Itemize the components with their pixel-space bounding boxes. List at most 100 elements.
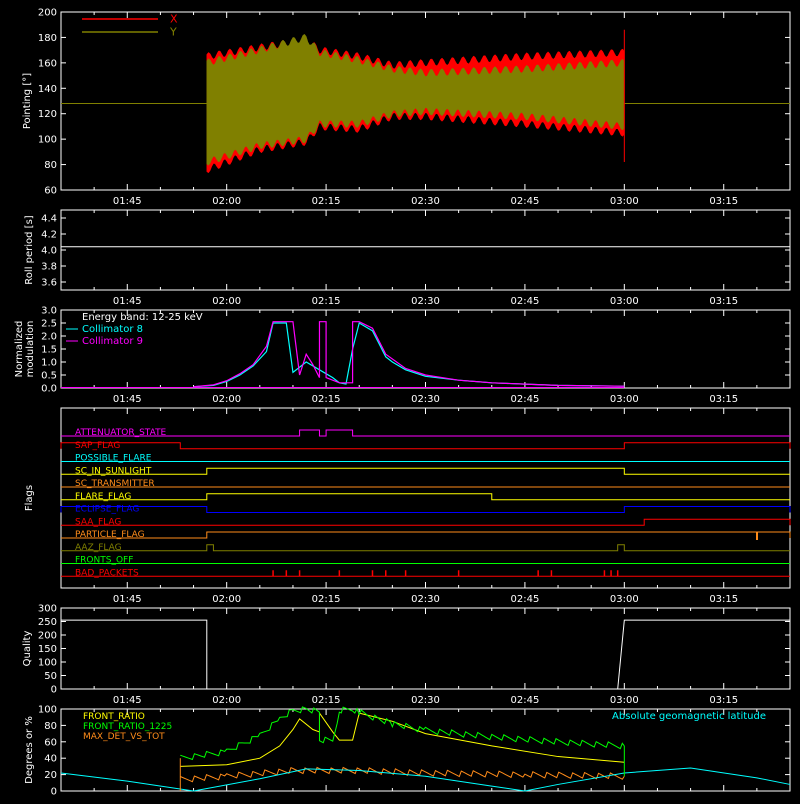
flags-x-tick-label: 02:15: [312, 594, 341, 605]
ratios-y-tick-label: 40: [44, 754, 57, 765]
modulation-x-tick-label: 02:45: [510, 394, 539, 405]
pointing-x-tick-label: 03:00: [610, 196, 639, 207]
flag-line-particle_flag: [61, 531, 791, 539]
modulation-y-tick-label: 1.5: [41, 345, 57, 356]
pointing-y-tick-label: 140: [38, 84, 57, 95]
flags-x-tick-label: 02:45: [510, 594, 539, 605]
pointing-y-tick-label: 100: [38, 135, 57, 146]
flags-x-tick-label: 01:45: [113, 594, 142, 605]
roll-x-tick-label: 03:15: [709, 296, 738, 307]
modulation-x-tick-label: 01:45: [113, 394, 142, 405]
roll-y-tick-label: 3.8: [41, 262, 57, 273]
modulation-y-tick-label: 3.0: [41, 306, 57, 317]
quality-x-tick-label: 02:30: [411, 695, 440, 706]
quality-y-tick-label: 300: [38, 604, 57, 615]
modulation-ylabel: Normalized: [14, 321, 25, 378]
pointing-y-tick-label: 160: [38, 58, 57, 69]
ratios-series-front-ratio-1225: [180, 706, 625, 761]
modulation-legend-label: Collimator 9: [82, 336, 143, 347]
quality-x-tick-label: 02:45: [510, 695, 539, 706]
roll-x-tick-label: 02:00: [212, 296, 241, 307]
pointing-x-tick-label: 02:30: [411, 196, 440, 207]
flag-line-flare_flag: [61, 493, 790, 501]
flags-x-tick-label: 03:00: [610, 594, 639, 605]
pointing-x-tick-label: 02:15: [312, 196, 341, 207]
quality-y-tick-label: 250: [38, 617, 57, 628]
modulation-y-tick-label: 0.5: [41, 371, 57, 382]
quality-x-tick-label: 02:15: [312, 695, 341, 706]
modulation-x-tick-label: 03:15: [709, 394, 738, 405]
quality-y-tick-label: 150: [38, 644, 57, 655]
modulation-x-tick-label: 02:30: [411, 394, 440, 405]
ratios-y-tick-label: 100: [38, 705, 57, 716]
flags-frame: [60, 407, 791, 589]
pointing-ylabel: Pointing [°]: [22, 73, 33, 129]
quality-y-tick-label: 100: [38, 658, 57, 669]
pointing-x-tick-label: 02:00: [212, 196, 241, 207]
ratios-legend-label: MAX_DET_VS_TOT: [83, 732, 165, 742]
modulation-series-collimator-9: [193, 321, 625, 388]
pointing-y-tick-label: 120: [38, 109, 57, 120]
pointing-legend-label-Y: Y: [169, 26, 177, 39]
modulation-y-tick-label: 2.0: [41, 332, 57, 343]
flag-line-attenuator_state: [61, 429, 790, 437]
quality-y-tick-label: 50: [44, 671, 57, 682]
flags-x-tick-label: 02:30: [411, 594, 440, 605]
flags-ylabel: Flags: [24, 485, 35, 511]
modulation-y-tick-label: 1.0: [41, 358, 57, 369]
modulation-series-collimator-8: [193, 322, 625, 388]
roll-frame: [60, 209, 791, 291]
roll-ylabel: Roll period [s]: [24, 215, 35, 284]
quality-x-tick-label: 02:00: [212, 695, 241, 706]
pointing-x-tick-label: 03:15: [709, 196, 738, 207]
summary-plot: 01:45 02:00 02:15 02:30 02:45 03:00 03:15 60 80 1…: [14, 8, 791, 798]
pointing-x-tick-label: 01:45: [113, 196, 142, 207]
ratios-legend-label: FRONT_RATIO: [83, 712, 145, 722]
modulation-ylabel: modulation: [25, 321, 36, 378]
modulation-legend-header: Energy band: 12-25 keV: [82, 312, 203, 323]
flags-x-tick-label: 02:00: [212, 594, 241, 605]
pointing-y-tick-label: 180: [38, 33, 57, 44]
quality-x-tick-label: 03:00: [610, 695, 639, 706]
roll-x-tick-label: 02:45: [510, 296, 539, 307]
ratios-y-tick-label: 60: [44, 737, 57, 748]
modulation-x-tick-label: 03:00: [610, 394, 639, 405]
quality-x-tick-label: 03:15: [709, 695, 738, 706]
quality-x-tick-label: 01:45: [113, 695, 142, 706]
quality-series-line: [61, 619, 790, 690]
pointing-y-tick-label: 80: [44, 160, 57, 171]
ratios-y-tick-label: 0: [51, 787, 57, 798]
roll-x-tick-label: 01:45: [113, 296, 142, 307]
pointing-x-tick-label: 02:45: [510, 196, 539, 207]
roll-y-tick-label: 4.4: [41, 214, 57, 225]
roll-x-tick-label: 02:15: [312, 296, 341, 307]
pointing-y-tick-label: 60: [44, 186, 57, 197]
flags-x-tick-label: 03:15: [709, 594, 738, 605]
roll-x-tick-label: 02:30: [411, 296, 440, 307]
modulation-legend-label: Collimator 8: [82, 324, 143, 335]
ratios-ylabel: Degrees or %: [24, 716, 35, 784]
modulation-x-tick-label: 02:15: [312, 394, 341, 405]
ratios-legend-label: FRONT_RATIO_1225: [83, 722, 172, 732]
flag-line-eclipse_flag: [60, 506, 791, 513]
modulation-x-tick-label: 02:00: [212, 394, 241, 405]
flag-line-sap_flag: [60, 442, 791, 450]
pointing-y-tick-label: 200: [38, 8, 57, 19]
ratios-y-tick-label: 20: [44, 770, 57, 781]
roll-y-tick-label: 3.6: [41, 278, 57, 289]
modulation-y-tick-label: 2.5: [41, 319, 57, 330]
ratios-y-tick-label: 80: [44, 721, 57, 732]
pointing-legend-label-X: X: [170, 13, 178, 26]
modulation-y-tick-label: 0.0: [41, 384, 57, 395]
roll-y-tick-label: 4.2: [41, 230, 57, 241]
quality-y-tick-label: 0: [51, 685, 57, 696]
ratios-annotation: Absolute geomagnetic latitude: [612, 711, 766, 722]
flag-line-aaz_flag: [61, 544, 790, 552]
quality-y-tick-label: 200: [38, 631, 57, 642]
roll-y-tick-label: 4.0: [41, 246, 57, 257]
roll-x-tick-label: 03:00: [610, 296, 639, 307]
summary-plot-stage: 01:45 02:00 02:15 02:30 02:45 03:00 03:15 60 80 1…: [0, 0, 800, 800]
flag-line-sc_in_sunlight: [61, 467, 790, 475]
flag-line-saa_flag: [61, 518, 791, 526]
quality-ylabel: Quality: [22, 631, 33, 667]
